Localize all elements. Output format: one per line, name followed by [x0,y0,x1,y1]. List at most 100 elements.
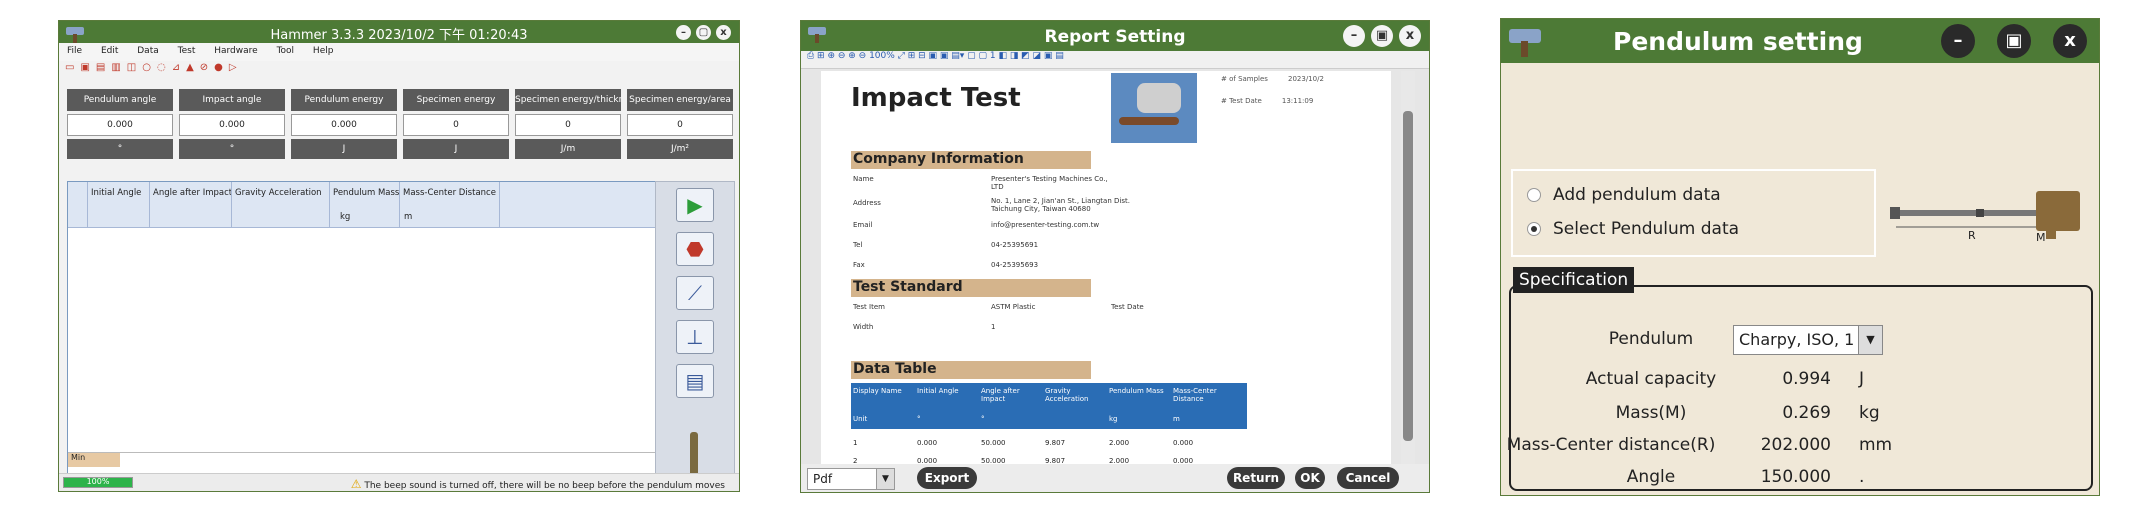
specification-title: Specification [1513,267,1635,293]
param-unit: J [403,139,509,159]
report-setting-window: Report Setting – ▣ x ⎙ ⊞ ⊕ ⊖ ⊕ ⊖ 100% ⤢ … [800,20,1430,493]
format-value: Pdf [813,472,833,486]
minimize-icon[interactable]: – [676,25,691,40]
close-icon[interactable]: x [2053,24,2087,58]
export-button[interactable]: Export [917,467,977,489]
param-energy-thickness: Specimen energy/thickness 0 J/m [515,89,621,177]
spec-label-mass: Mass(M) [1615,403,1687,423]
maximize-icon[interactable]: ▣ [1371,25,1393,47]
spec-label-capacity: Actual capacity [1585,369,1717,389]
param-value: 0 [515,114,621,136]
spec-value-distance: 202.000 [1760,435,1831,455]
report-actions: Pdf ▼ Export Return OK Cancel [801,464,1429,492]
cancel-button[interactable]: Cancel [1337,467,1399,489]
col-angle-after-impact[interactable]: Angle after Impact [150,182,232,228]
menu-edit[interactable]: Edit [93,43,126,59]
close-icon[interactable]: x [1399,25,1421,47]
spec-unit-capacity: J [1859,369,1865,389]
unit-kg: kg [340,212,351,222]
option-add-pendulum[interactable]: Add pendulum data [1527,185,1721,205]
param-unit: ° [67,139,173,159]
option-select-pendulum[interactable]: Select Pendulum data [1527,219,1739,239]
scroll-thumb[interactable] [1403,111,1413,441]
option-select-label: Select Pendulum data [1553,219,1740,239]
minimize-icon[interactable]: – [1941,24,1975,58]
spec-label-distance: Mass-Center distance(R) [1506,435,1716,455]
close-icon[interactable]: x [716,25,731,40]
radio-add[interactable] [1527,188,1541,202]
calibrate-icon[interactable]: ⊥ [676,320,714,354]
menu-tool[interactable]: Tool [269,43,302,59]
menu-hardware[interactable]: Hardware [206,43,265,59]
maximize-icon[interactable]: ▣ [1997,24,2031,58]
data-table-header: Display Name Initial Angle Angle after I… [851,383,1247,429]
dt-col: Mass-Center Distance [1173,387,1217,403]
dt-unit: m [1173,415,1180,423]
param-label: Impact angle [179,89,285,111]
menu-help[interactable]: Help [305,43,342,59]
menu-file[interactable]: File [59,43,90,59]
pendulum-select[interactable]: Charpy, ISO, 1 ▼ [1733,325,1883,355]
title-bar[interactable]: Hammer 3.3.3 2023/10/2 下午 01:20:43 – ▢ x [59,21,739,43]
preview-scrollbar[interactable] [1401,71,1415,466]
company-label: Address [853,199,881,207]
col-initial-angle[interactable]: Initial Angle [88,182,150,228]
maximize-icon[interactable]: ▢ [696,25,711,40]
report-title: Impact Test [851,83,1021,113]
company-value: 04-25395691 [991,241,1039,249]
col-gravity-acceleration[interactable]: Gravity Acceleration [232,182,330,228]
start-icon[interactable]: ▶ [676,188,714,222]
status-text: The beep sound is turned off, there will… [364,481,725,491]
action-panel: ▶ ⬣ ⟋ ⊥ ▤ [655,181,735,489]
dt-unit: ° [981,415,985,423]
menu-bar: File Edit Data Test Hardware Tool Help [59,43,739,61]
report-toolbar[interactable]: ⎙ ⊞ ⊕ ⊖ ⊕ ⊖ 100% ⤢ ⊞ ⊟ ▣ ▣ ▤▾ ▢ ▢ 1 ◧ ◨ … [801,51,1429,69]
standard-value: ASTM Plastic [991,303,1036,311]
pendulum-select-value: Charpy, ISO, 1 [1739,330,1855,349]
title-bar[interactable]: Report Setting – ▣ x [801,21,1429,51]
param-impact-angle: Impact angle 0.000 ° [179,89,285,177]
section-test-standard: Test Standard [851,279,1091,297]
col-mass-center-distance[interactable]: Mass-Center Distance [400,182,500,228]
menu-test[interactable]: Test [170,43,204,59]
dt-unit: Unit [853,415,868,423]
table-row: 1 0.000 50.000 9.807 2.000 0.000 [853,439,1194,447]
spec-value-capacity: 0.994 [1782,369,1831,389]
company-label: Email [853,221,873,229]
format-select[interactable]: Pdf ▼ [807,468,895,490]
standard-label: Test Item [853,303,885,311]
data-grid[interactable]: Initial Angle Angle after Impact Gravity… [67,181,699,489]
stop-icon[interactable]: ⬣ [676,232,714,266]
hammer-logo-icon [1509,29,1541,57]
grid-summary-row: Min [68,452,698,467]
ok-button[interactable]: OK [1295,467,1325,489]
hammer-image [1111,73,1197,143]
summary-min-label: Min [68,453,120,467]
section-company: Company Information [851,151,1091,169]
param-unit: J/m² [627,139,733,159]
meta-test-date: # Test Date 13:11:09 [1221,97,1314,105]
toolbar-icons[interactable]: ▭▣▤▥◫○◌⊿▲⊘●▷ [65,62,243,78]
dropdown-arrow-icon[interactable]: ▼ [1858,326,1882,354]
company-label: Tel [853,241,863,249]
menu-data[interactable]: Data [129,43,167,59]
parameter-panel: Pendulum angle 0.000 ° Impact angle 0.00… [67,89,735,177]
pendulum-mode-options: Add pendulum data Select Pendulum data [1511,169,1876,257]
export-icon[interactable]: ▤ [676,364,714,398]
meta-samples: # of Samples 2023/10/2 [1221,75,1324,83]
pendulum-setting-window: Pendulum setting – ▣ x Add pendulum data… [1500,18,2100,496]
param-label: Pendulum energy [291,89,397,111]
dropdown-arrow-icon[interactable]: ▼ [876,469,894,489]
minimize-icon[interactable]: – [1343,25,1365,47]
dt-col: Display Name [853,387,902,395]
radio-select[interactable] [1527,222,1541,236]
param-label: Specimen energy/thickness [515,89,621,111]
param-value: 0 [627,114,733,136]
dt-col: Pendulum Mass [1109,387,1164,395]
param-label: Pendulum angle [67,89,173,111]
return-button[interactable]: Return [1227,467,1285,489]
title-bar[interactable]: Pendulum setting – ▣ x [1501,19,2099,63]
pendulum-icon[interactable]: ⟋ [676,276,714,310]
warning-icon: ⚠ [350,477,362,491]
progress-bar: 100% [63,477,133,488]
